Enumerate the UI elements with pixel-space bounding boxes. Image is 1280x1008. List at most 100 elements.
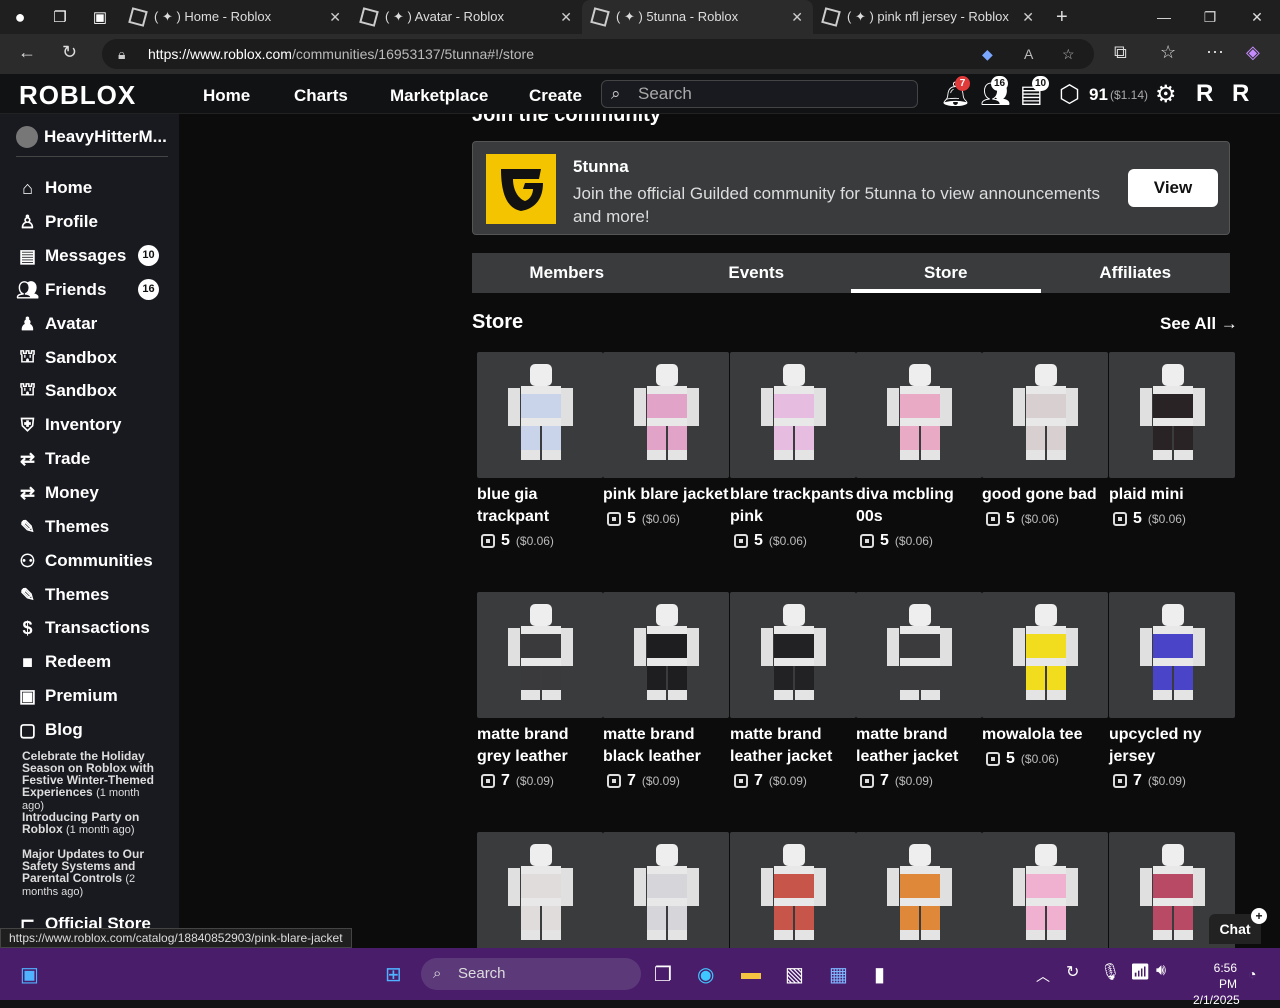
- store-item-card[interactable]: good gone bad 5 ($0.06): [982, 352, 1108, 528]
- app-icon[interactable]: ▧: [785, 962, 804, 987]
- item-name[interactable]: plaid mini: [1109, 484, 1235, 506]
- store-item-card[interactable]: matte brand leather jacket 7 ($0.09): [856, 592, 982, 790]
- wifi-icon[interactable]: 📶︎: [1130, 962, 1150, 982]
- item-thumbnail[interactable]: [982, 352, 1108, 478]
- file-explorer-icon[interactable]: ▬: [741, 962, 761, 985]
- sidebar-item-home[interactable]: ⌂ Home: [16, 174, 92, 202]
- store-item-card[interactable]: blare trackpants pink 5 ($0.06): [730, 352, 856, 550]
- close-icon[interactable]: ✕: [1022, 9, 1034, 26]
- item-name[interactable]: blue gia trackpant: [477, 484, 603, 528]
- browser-tab-5tunna[interactable]: ( ✦ ) 5tunna - Roblox ✕: [582, 0, 813, 34]
- item-thumbnail[interactable]: [730, 352, 856, 478]
- mouse-app-icon[interactable]: ▮: [874, 962, 885, 987]
- store-item-card[interactable]: upcycled ny jersey 7 ($0.09): [1109, 592, 1235, 790]
- store-item-card[interactable]: plaid mini 5 ($0.06): [1109, 352, 1235, 528]
- notifications-center-icon[interactable]: ◔: [1248, 966, 1256, 982]
- sidebar-item-premium[interactable]: ▣ Premium: [16, 682, 118, 710]
- item-name[interactable]: matte brand leather jacket: [856, 724, 982, 768]
- nav-create[interactable]: Create: [529, 86, 582, 106]
- tab-actions-icon[interactable]: ▣: [80, 8, 120, 26]
- close-window-icon[interactable]: ✕: [1234, 0, 1280, 34]
- favorites-icon[interactable]: ☆: [1160, 42, 1176, 63]
- search-input[interactable]: ⌕ Search: [601, 80, 918, 108]
- blog-post[interactable]: Introducing Party on Roblox (1 month ago…: [22, 811, 142, 836]
- minimize-icon[interactable]: —: [1141, 0, 1187, 34]
- store-item-card[interactable]: [982, 832, 1108, 948]
- extensions-icon[interactable]: ⧉: [1114, 42, 1127, 63]
- workspaces-icon[interactable]: ❐: [40, 8, 80, 26]
- sidebar-item-redeem[interactable]: ■ Redeem: [16, 648, 111, 676]
- sidebar-item-profile[interactable]: ♙ Profile: [16, 208, 97, 236]
- item-name[interactable]: good gone bad: [982, 484, 1108, 506]
- close-icon[interactable]: ✕: [560, 9, 572, 26]
- refresh-icon[interactable]: ↻: [62, 42, 77, 63]
- volume-icon[interactable]: 🔊︎: [1156, 962, 1166, 980]
- item-name[interactable]: matte brand grey leather: [477, 724, 603, 768]
- close-icon[interactable]: ✕: [791, 9, 803, 26]
- sidebar-user[interactable]: HeavyHitterM...: [16, 126, 167, 148]
- widgets-icon[interactable]: ▣: [20, 962, 39, 987]
- blog-post[interactable]: Celebrate the Holiday Season on Roblox w…: [22, 750, 162, 812]
- store-item-card[interactable]: [477, 832, 603, 948]
- robux-balance[interactable]: 91: [1089, 85, 1108, 105]
- edge-icon[interactable]: ◉: [697, 962, 714, 987]
- item-thumbnail[interactable]: [730, 832, 856, 948]
- nav-marketplace[interactable]: Marketplace: [390, 86, 488, 106]
- microphone-icon[interactable]: 🎙︎: [1100, 962, 1120, 982]
- item-name[interactable]: pink blare jacket: [603, 484, 729, 506]
- item-thumbnail[interactable]: [1109, 352, 1235, 478]
- browser-tab-avatar[interactable]: ( ✦ ) Avatar - Roblox ✕: [351, 0, 582, 34]
- windows-start-icon[interactable]: ⊞: [385, 962, 402, 987]
- close-icon[interactable]: ✕: [329, 9, 341, 26]
- sidebar-item-sandbox[interactable]: ⛫ Sandbox: [16, 377, 117, 405]
- profile-icon[interactable]: ●: [0, 7, 40, 28]
- taskbar-clock[interactable]: 6:56 PM 2/1/2025: [1193, 960, 1240, 1008]
- item-thumbnail[interactable]: [982, 592, 1108, 718]
- browser-tab-pink-nfl-jersey[interactable]: ( ✦ ) pink nfl jersey - Roblox ✕: [813, 0, 1044, 34]
- tab-store[interactable]: Store: [851, 253, 1041, 293]
- settings-gear-icon[interactable]: ⚙: [1155, 80, 1177, 109]
- sidebar-item-avatar[interactable]: ♟ Avatar: [16, 310, 97, 338]
- item-thumbnail[interactable]: [856, 832, 982, 948]
- favorite-icon[interactable]: ☆: [1062, 39, 1075, 69]
- store-item-card[interactable]: [856, 832, 982, 948]
- extension-icon[interactable]: ◆: [982, 39, 993, 69]
- item-thumbnail[interactable]: [982, 832, 1108, 948]
- nav-charts[interactable]: Charts: [294, 86, 348, 106]
- tab-events[interactable]: Events: [662, 253, 852, 293]
- item-thumbnail[interactable]: [477, 592, 603, 718]
- robux-icon[interactable]: ⬡: [1059, 80, 1080, 109]
- tab-affiliates[interactable]: Affiliates: [1041, 253, 1231, 293]
- sidebar-item-inventory[interactable]: ⛨ Inventory: [16, 411, 122, 439]
- item-thumbnail[interactable]: [856, 352, 982, 478]
- taskbar-search[interactable]: ⌕ Search: [421, 958, 641, 990]
- extension-r-icon[interactable]: R: [1196, 80, 1213, 108]
- store-item-card[interactable]: matte brand grey leather 7 ($0.09): [477, 592, 603, 790]
- item-thumbnail[interactable]: [603, 352, 729, 478]
- item-name[interactable]: upcycled ny jersey: [1109, 724, 1235, 768]
- item-name[interactable]: blare trackpants pink: [730, 484, 856, 528]
- item-thumbnail[interactable]: [1109, 592, 1235, 718]
- store-item-card[interactable]: [730, 832, 856, 948]
- sidebar-item-trade[interactable]: ⇄ Trade: [16, 445, 90, 473]
- photos-icon[interactable]: ▦: [829, 962, 848, 987]
- item-name[interactable]: mowalola tee: [982, 724, 1108, 746]
- restore-icon[interactable]: ❐: [1187, 0, 1233, 34]
- item-name[interactable]: diva mcbling 00s: [856, 484, 982, 528]
- sidebar-item-messages[interactable]: ▤ Messages: [16, 242, 126, 270]
- item-thumbnail[interactable]: [603, 832, 729, 948]
- view-button[interactable]: View: [1128, 169, 1218, 207]
- store-item-card[interactable]: matte brand black leather 7 ($0.09): [603, 592, 729, 790]
- chevron-up-icon[interactable]: ︿: [1036, 966, 1050, 986]
- url-field[interactable]: 🔒︎ https://www.roblox.com/communities/169…: [102, 39, 1094, 69]
- new-tab-icon[interactable]: +: [1056, 6, 1068, 29]
- sidebar-item-sandbox[interactable]: ⛫ Sandbox: [16, 344, 117, 372]
- sidebar-item-money[interactable]: ⇄ Money: [16, 479, 99, 507]
- store-item-card[interactable]: matte brand leather jacket 7 ($0.09): [730, 592, 856, 790]
- item-thumbnail[interactable]: [477, 352, 603, 478]
- store-item-card[interactable]: diva mcbling 00s 5 ($0.06): [856, 352, 982, 550]
- store-item-card[interactable]: [603, 832, 729, 948]
- item-thumbnail[interactable]: [856, 592, 982, 718]
- item-name[interactable]: matte brand black leather: [603, 724, 729, 768]
- nav-home[interactable]: Home: [203, 86, 250, 106]
